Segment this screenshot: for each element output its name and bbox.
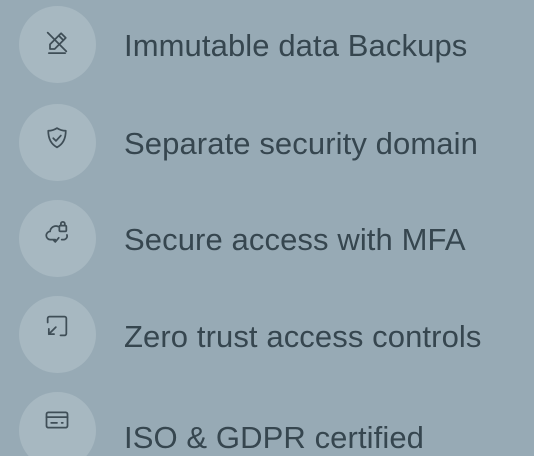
feature-item-certified: ISO & GDPR certified [0,392,534,456]
feature-icon-badge [19,200,96,277]
feature-label: Secure access with MFA [124,222,466,257]
feature-item-zero-trust: Zero trust access controls [0,296,534,376]
shield-check-icon [47,127,67,149]
pen-off-icon [46,31,68,54]
feature-label: Zero trust access controls [124,319,482,354]
card-icon [45,411,69,429]
expand-arrow-icon [46,315,68,337]
feature-icon-badge [19,392,96,456]
feature-item-mfa-access: Secure access with MFA [0,200,534,280]
feature-icon-badge [19,104,96,181]
feature-icon-badge [19,6,96,83]
feature-label: ISO & GDPR certified [124,420,425,455]
feature-list: Immutable data Backups Separate security… [0,0,534,456]
feature-label: Separate security domain [124,126,478,161]
feature-icon-badge [19,296,96,373]
cloud-lock-icon [45,221,68,243]
feature-item-immutable-backups: Immutable data Backups [0,6,534,86]
feature-item-security-domain: Separate security domain [0,104,534,184]
feature-label: Immutable data Backups [124,28,468,63]
